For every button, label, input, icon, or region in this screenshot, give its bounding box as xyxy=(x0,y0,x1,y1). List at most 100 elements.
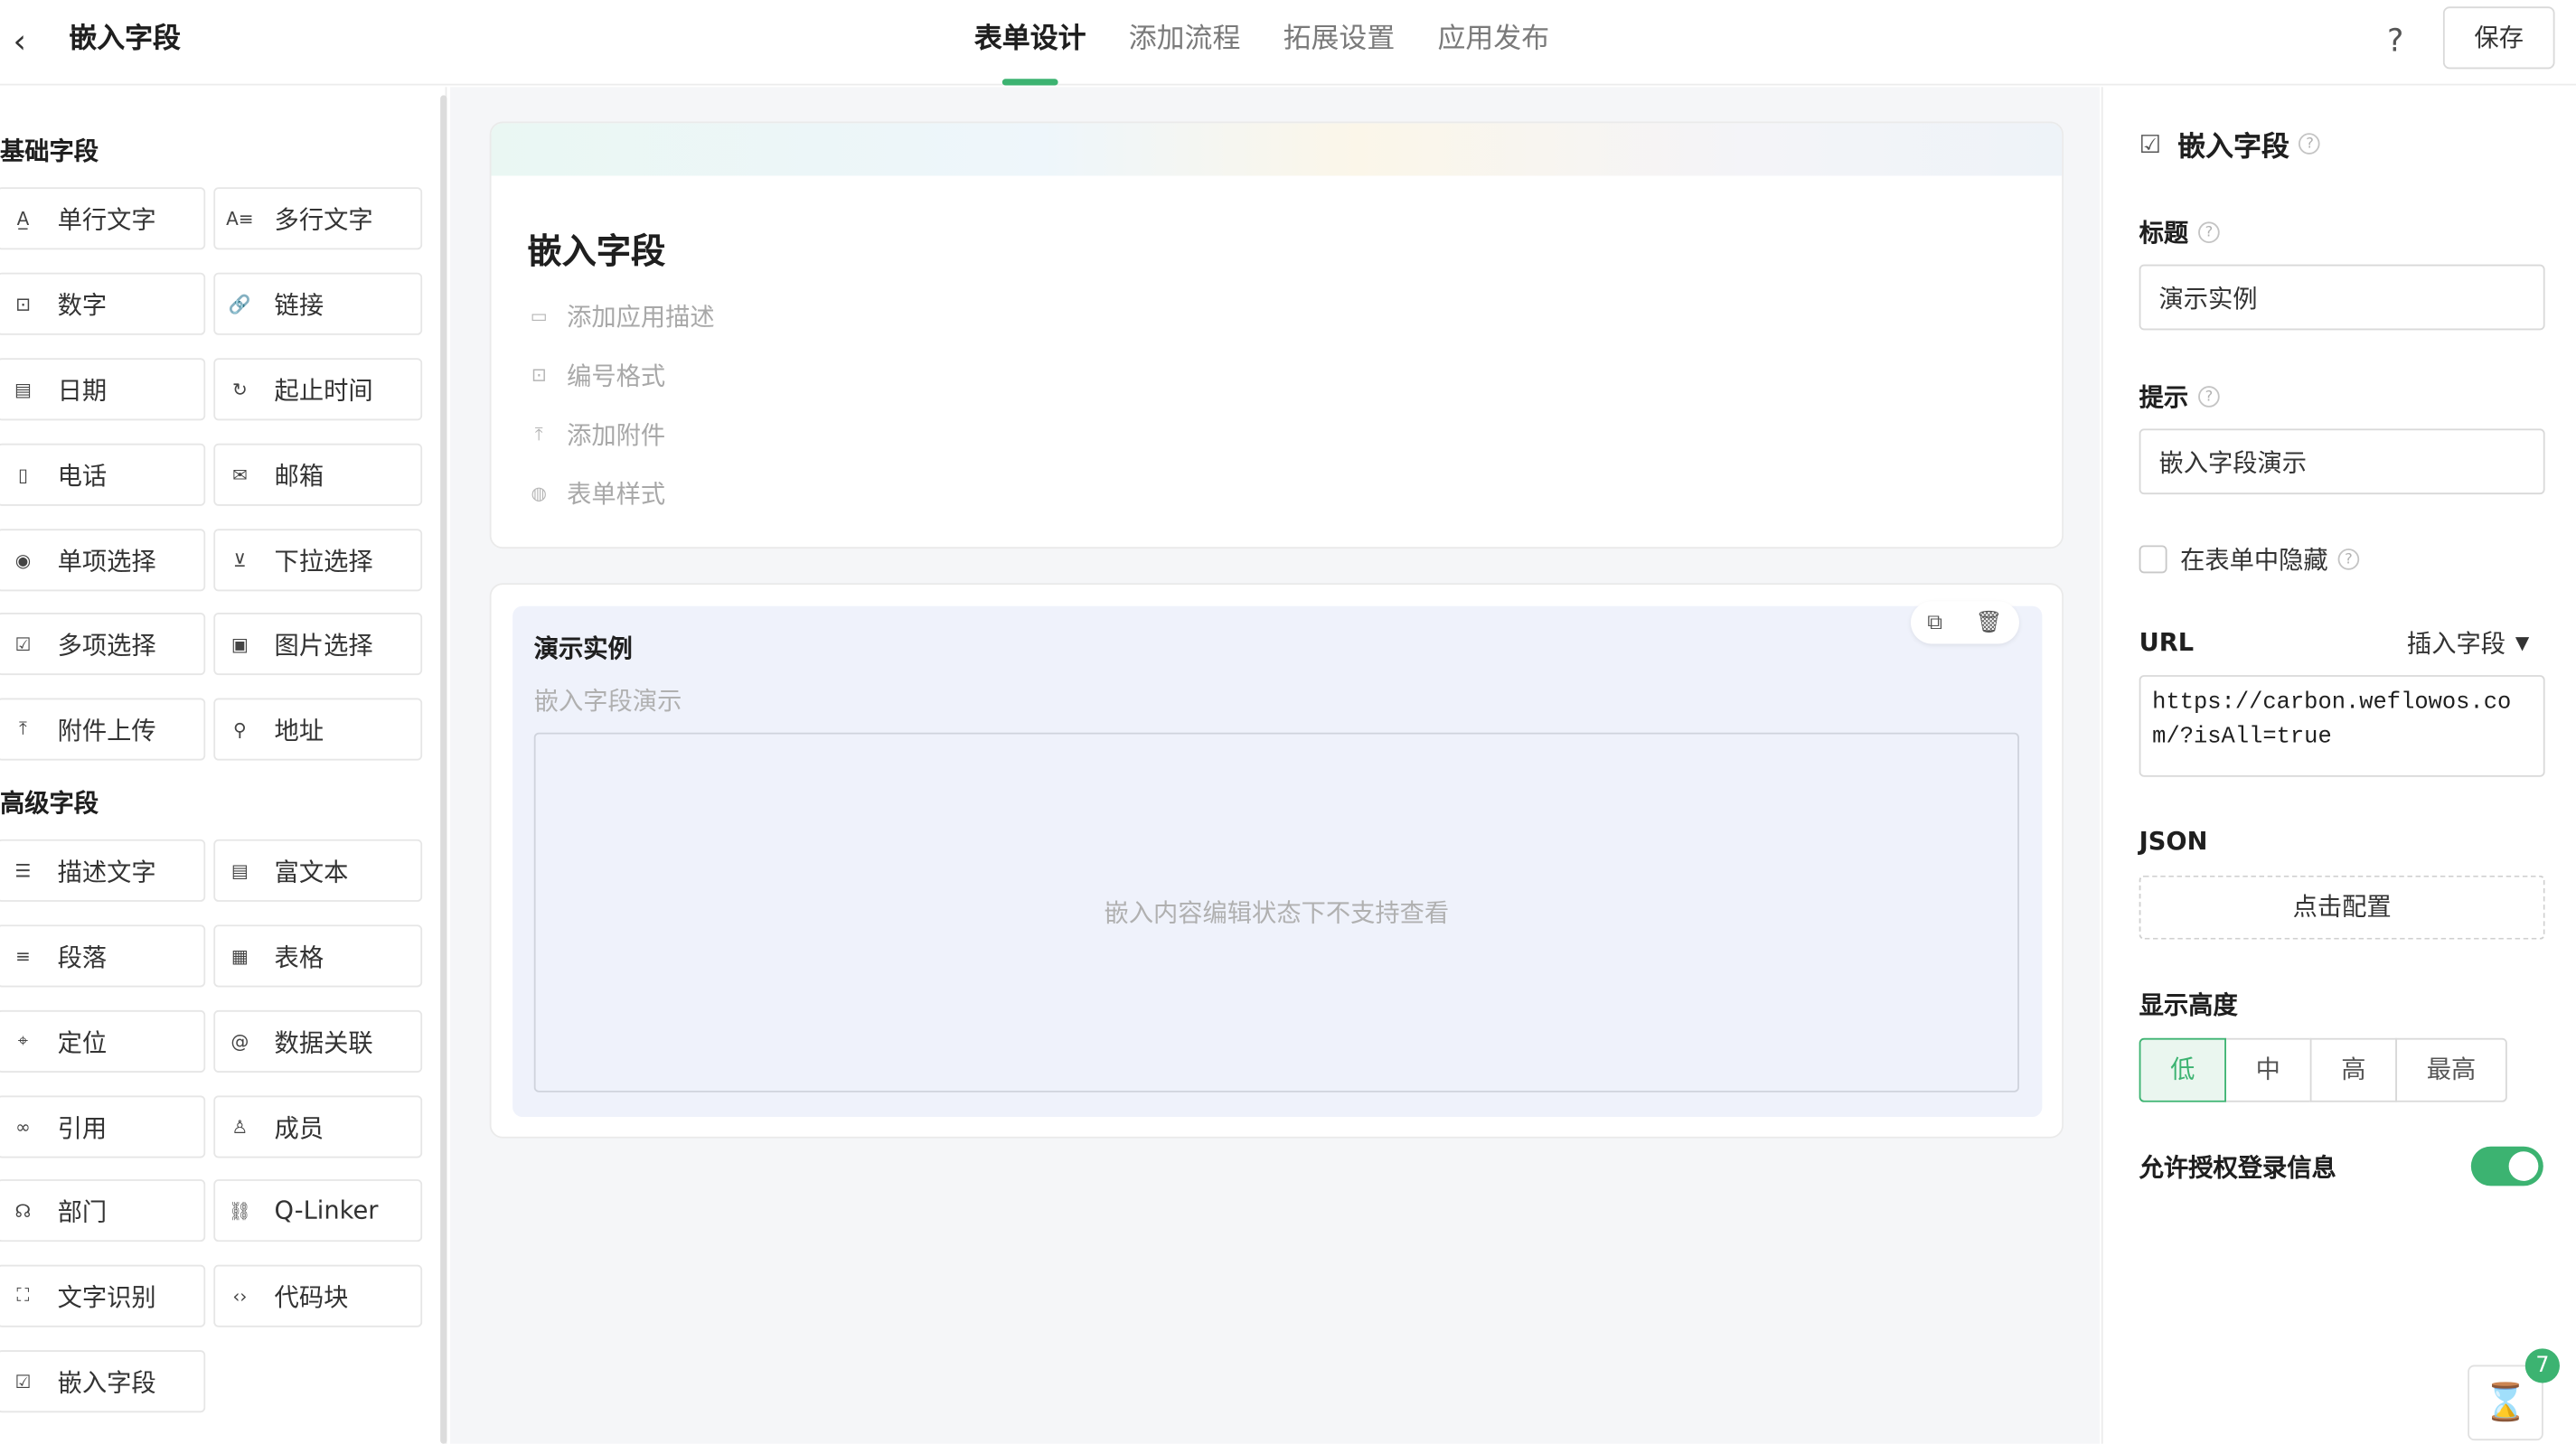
time-range-icon: ↻ xyxy=(232,378,248,400)
embed-message: 嵌入内容编辑状态下不支持查看 xyxy=(1104,898,1450,929)
address-icon: ⚲ xyxy=(233,718,247,740)
top-tabs: 表单设计 添加流程 拓展设置 应用发布 xyxy=(953,0,1570,86)
department-icon: ☊ xyxy=(14,1199,32,1222)
embed-icon: ☑ xyxy=(14,1370,32,1392)
help-circle-icon[interactable]: ? xyxy=(2299,133,2321,155)
field-embed[interactable]: ☑ 嵌入字段 xyxy=(0,1350,206,1413)
field-label: 数据关联 xyxy=(274,1027,373,1057)
url-input[interactable]: https://carbon.weflowos.com/?isAll=true xyxy=(2139,675,2545,777)
table-icon: ▦ xyxy=(230,945,249,967)
field-data-link[interactable]: @ 数据关联 xyxy=(213,1009,423,1073)
title-label-text: 标题 xyxy=(2139,218,2189,248)
field-code[interactable]: ‹› 代码块 xyxy=(213,1264,423,1327)
paragraph-icon: ≡ xyxy=(15,945,31,967)
field-label: 地址 xyxy=(274,715,324,745)
form-header-card: 嵌入字段 ▭ 添加应用描述 ⊡ 编号格式 ⤒ 添加附件 ◍ 表单样式 xyxy=(489,121,2064,549)
field-link[interactable]: 🔗 链接 xyxy=(213,272,423,335)
title-input[interactable] xyxy=(2139,264,2545,331)
meta-label: 添加附件 xyxy=(567,420,666,451)
field-label: 表格 xyxy=(274,942,324,972)
top-bar: ‹ 嵌入字段 表单设计 添加流程 拓展设置 应用发布 ? 保存 xyxy=(0,0,2576,86)
field-label: 成员 xyxy=(274,1112,324,1143)
multiline-icon: A≡ xyxy=(226,207,254,230)
field-location[interactable]: ⌖ 定位 xyxy=(0,1009,206,1073)
field-qlinker[interactable]: ⛓ Q-Linker xyxy=(213,1179,423,1242)
tab-add-flow[interactable]: 添加流程 xyxy=(1107,0,1262,86)
number-icon: ⊡ xyxy=(15,293,31,315)
app-title: 嵌入字段 xyxy=(69,23,181,56)
display-height-selector: 低 中 高 最高 xyxy=(2139,1037,2507,1102)
embed-field-selected[interactable]: ⧉ 🗑 演示实例 嵌入字段演示 嵌入内容编辑状态下不支持查看 xyxy=(512,601,2043,1118)
embed-field-card[interactable]: ⧉ 🗑 演示实例 嵌入字段演示 嵌入内容编辑状态下不支持查看 xyxy=(489,583,2064,1139)
field-ocr[interactable]: ⛶ 文字识别 xyxy=(0,1264,206,1327)
field-date[interactable]: ▤ 日期 xyxy=(0,358,206,421)
tab-publish[interactable]: 应用发布 xyxy=(1416,0,1571,86)
field-label: 日期 xyxy=(57,375,108,406)
trash-icon[interactable]: 🗑 xyxy=(1976,610,2003,634)
field-mail[interactable]: ✉ 邮箱 xyxy=(213,443,423,506)
field-label: 段落 xyxy=(57,942,108,972)
field-department[interactable]: ☊ 部门 xyxy=(0,1179,206,1242)
url-label: URL xyxy=(2139,627,2195,658)
tab-form-design[interactable]: 表单设计 xyxy=(953,0,1107,86)
form-title[interactable]: 嵌入字段 xyxy=(527,225,665,275)
field-address[interactable]: ⚲ 地址 xyxy=(213,698,423,761)
field-label: 文字识别 xyxy=(57,1281,156,1312)
help-circle-icon[interactable]: ? xyxy=(2337,549,2360,570)
add-description-link[interactable]: ▭ 添加应用描述 xyxy=(527,299,715,333)
height-option-medium[interactable]: 中 xyxy=(2224,1037,2312,1102)
field-reference[interactable]: ∞ 引用 xyxy=(0,1095,206,1158)
field-radio[interactable]: ◉ 单项选择 xyxy=(0,529,206,592)
field-table[interactable]: ▦ 表格 xyxy=(213,924,423,988)
field-dropdown[interactable]: ⊻ 下拉选择 xyxy=(213,529,423,592)
field-phone[interactable]: ▯ 电话 xyxy=(0,443,206,506)
field-label: 链接 xyxy=(274,289,324,320)
hide-in-form-checkbox[interactable] xyxy=(2139,545,2167,574)
field-member[interactable]: ♙ 成员 xyxy=(213,1095,423,1158)
field-label: 单行文字 xyxy=(57,204,156,235)
field-hint: 嵌入字段演示 xyxy=(533,686,682,717)
help-circle-icon[interactable]: ? xyxy=(2198,386,2220,408)
palette-scrollbar[interactable] xyxy=(440,95,447,1444)
checkbox-icon: ☑ xyxy=(14,633,32,655)
help-circle-icon[interactable]: ? xyxy=(2198,221,2220,244)
field-multi-line[interactable]: A≡ 多行文字 xyxy=(213,187,423,250)
chevron-left-icon[interactable]: ‹ xyxy=(14,20,50,62)
field-checkbox[interactable]: ☑ 多项选择 xyxy=(0,613,206,676)
copy-icon[interactable]: ⧉ xyxy=(1927,610,1942,634)
height-option-low[interactable]: 低 xyxy=(2139,1037,2226,1102)
ocr-icon: ⛶ xyxy=(16,1284,30,1307)
form-style-link[interactable]: ◍ 表单样式 xyxy=(527,476,665,511)
qlinker-icon: ⛓ xyxy=(228,1199,252,1222)
field-number[interactable]: ⊡ 数字 xyxy=(0,272,206,335)
save-button[interactable]: 保存 xyxy=(2442,6,2555,70)
json-config-button[interactable]: 点击配置 xyxy=(2139,875,2545,940)
field-label: 单项选择 xyxy=(57,546,156,577)
tab-extend-settings[interactable]: 拓展设置 xyxy=(1262,0,1416,86)
number-format-link[interactable]: ⊡ 编号格式 xyxy=(527,358,665,392)
field-upload[interactable]: ⤒ 附件上传 xyxy=(0,698,206,761)
field-label: 引用 xyxy=(57,1112,108,1143)
hide-in-form-row: 在表单中隐藏 ? xyxy=(2139,542,2360,577)
insert-field-dropdown[interactable]: 插入字段 ▼ xyxy=(2407,626,2529,661)
embed-icon: ☑ xyxy=(2139,128,2162,159)
field-actions: ⧉ 🗑 xyxy=(1910,601,2019,644)
hint-label-text: 提示 xyxy=(2139,382,2189,413)
height-option-high[interactable]: 高 xyxy=(2309,1037,2398,1102)
height-option-highest[interactable]: 最高 xyxy=(2395,1037,2507,1102)
field-single-line[interactable]: A̲ 单行文字 xyxy=(0,187,206,250)
meta-label: 表单样式 xyxy=(567,479,666,510)
field-description[interactable]: ☰ 描述文字 xyxy=(0,839,206,902)
meta-label: 编号格式 xyxy=(567,361,666,391)
member-icon: ♙ xyxy=(231,1116,249,1138)
field-time-range[interactable]: ↻ 起止时间 xyxy=(213,358,423,421)
auth-login-toggle[interactable] xyxy=(2470,1146,2543,1186)
hint-input[interactable] xyxy=(2139,428,2545,495)
help-icon[interactable]: ? xyxy=(2375,20,2415,62)
title-label: 标题? xyxy=(2139,215,2220,249)
field-paragraph[interactable]: ≡ 段落 xyxy=(0,924,206,988)
add-attachment-link[interactable]: ⤒ 添加附件 xyxy=(527,417,665,452)
field-rich-text[interactable]: ▤ 富文本 xyxy=(213,839,423,902)
auth-login-label: 允许授权登录信息 xyxy=(2139,1153,2336,1183)
field-image-select[interactable]: ▣ 图片选择 xyxy=(213,613,423,676)
